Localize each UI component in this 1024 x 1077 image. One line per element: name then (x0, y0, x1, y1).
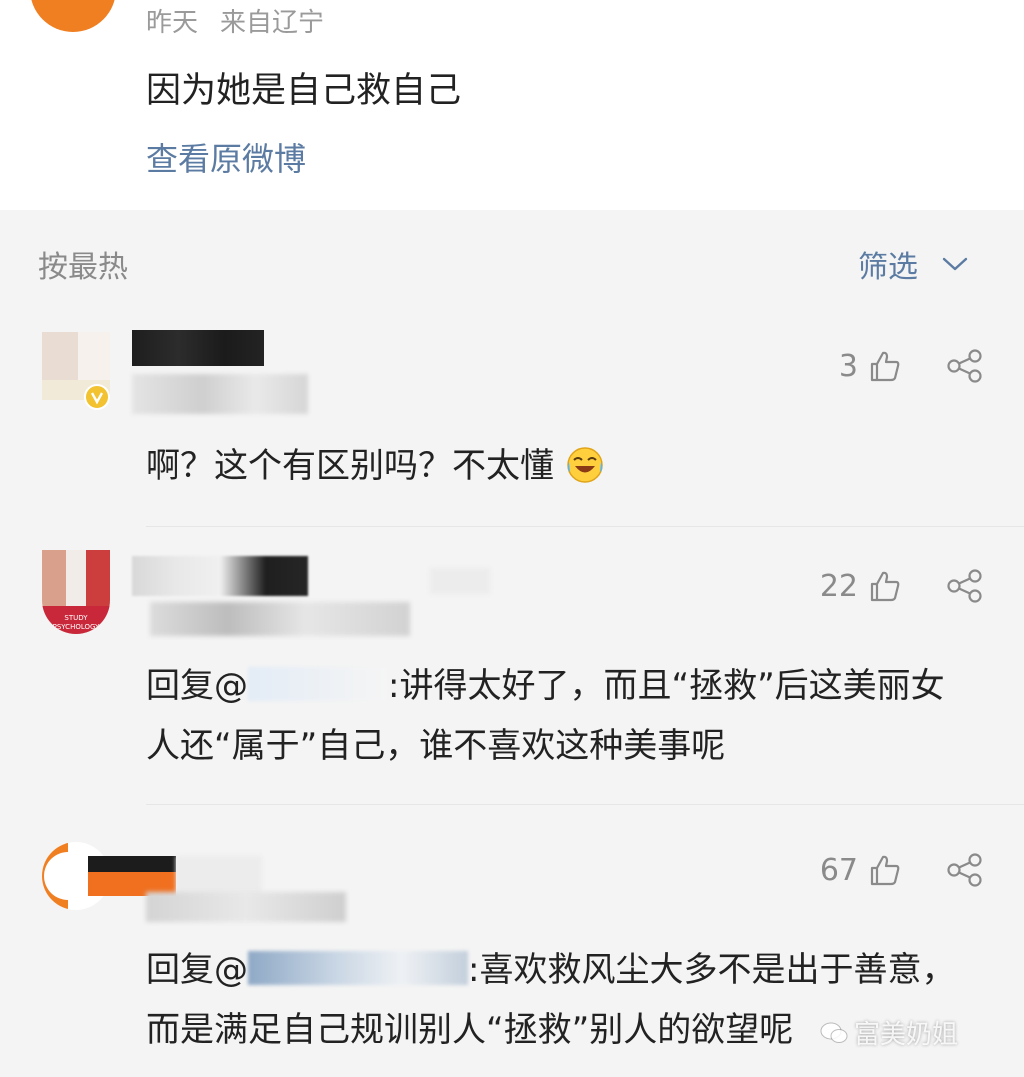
share-icon[interactable] (946, 349, 984, 383)
post-time: 昨天 (146, 8, 199, 38)
username-redacted[interactable] (132, 330, 264, 366)
thumbs-up-icon[interactable] (868, 349, 902, 383)
sun-logo-icon (48, 0, 98, 10)
reply-prefix: 回复@ (146, 950, 248, 990)
divider (146, 804, 1024, 805)
verified-badge-icon (84, 384, 110, 410)
comment-actions: 3 (839, 346, 984, 386)
filter-label: 筛选 (858, 250, 918, 285)
view-original-post-link[interactable]: 查看原微博 (146, 134, 306, 180)
comment-body: 啊？这个有区别吗？不太懂 (146, 446, 554, 486)
post-avatar[interactable] (30, 0, 116, 32)
username-redacted[interactable] (88, 856, 176, 896)
comment-text: 啊？这个有区别吗？不太懂 (146, 436, 976, 496)
comment-text: 回复@:讲得太好了，而且“拯救”后这美丽女人还“属于”自己，谁不喜欢这种美事呢 (146, 656, 976, 776)
watermark-text: 富美奶姐 (854, 1020, 959, 1050)
user-meta-redacted (132, 374, 308, 414)
thumbs-up-icon[interactable] (868, 853, 902, 887)
top-right-action-icons (868, 0, 978, 6)
post-meta: 昨天 来自辽宁 (146, 2, 324, 39)
username-redacted[interactable] (132, 556, 308, 596)
laughing-crying-emoji-icon (567, 447, 603, 483)
like-count: 67 (819, 852, 858, 888)
mentioned-user-redacted[interactable] (248, 667, 388, 701)
user-meta-redacted (150, 602, 410, 636)
chevron-down-icon (942, 257, 968, 271)
comment-sort-bar: 按最热 筛选 (0, 210, 1024, 310)
thumbs-up-icon[interactable] (868, 569, 902, 603)
post-location: 来自辽宁 (220, 8, 325, 38)
divider (146, 526, 1024, 527)
post-text: 因为她是自己救自己 (146, 71, 462, 111)
like-count: 22 (819, 568, 858, 604)
original-post-card: 昨天 来自辽宁 因为她是自己救自己 查看原微博 (0, 0, 1024, 210)
svg-text:STUDY: STUDY (64, 614, 88, 622)
comment-item: STUDY PSYCHOLOGY 22 回复@:讲得太好了，而且“拯救”后这美丽… (0, 548, 1024, 808)
comment-actions: 22 (820, 566, 984, 606)
avatar-image: STUDY PSYCHOLOGY (42, 550, 110, 634)
wechat-icon (820, 1022, 848, 1043)
comment-item: 3 啊？这个有区别吗？不太懂 (0, 326, 1024, 536)
avatar[interactable]: STUDY PSYCHOLOGY (42, 550, 110, 634)
reply-prefix: 回复@ (146, 666, 248, 706)
share-icon[interactable] (946, 569, 984, 603)
like-count: 3 (838, 348, 858, 384)
comment-actions: 67 (820, 850, 984, 890)
share-icon[interactable] (946, 853, 984, 887)
mentioned-user-redacted[interactable] (248, 951, 468, 985)
user-meta-redacted (146, 892, 346, 922)
username-redacted-extra (430, 568, 490, 594)
svg-text:PSYCHOLOGY: PSYCHOLOGY (53, 623, 100, 631)
watermark: 富美奶姐 (820, 1014, 958, 1051)
filter-button[interactable]: 筛选 (858, 242, 968, 286)
sort-by-hot-label[interactable]: 按最热 (38, 242, 128, 286)
